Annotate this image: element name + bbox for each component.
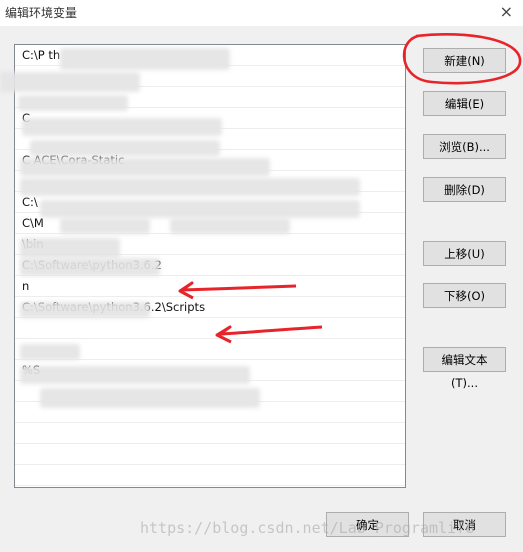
redaction-overlay — [40, 200, 360, 218]
redaction-overlay — [20, 344, 80, 360]
watermark: https://blog.csdn.net/Lab_Programlife — [140, 519, 475, 537]
redaction-overlay — [170, 218, 290, 234]
redaction-overlay — [30, 140, 220, 156]
redaction-overlay — [18, 95, 128, 111]
path-list-item[interactable] — [15, 318, 405, 339]
redaction-overlay — [20, 158, 270, 176]
move-up-button[interactable]: 上移(U) — [423, 241, 506, 266]
window-title: 编辑环境变量 — [5, 6, 78, 20]
move-down-button[interactable]: 下移(O) — [423, 283, 506, 308]
title-bar: 编辑环境变量 × — [0, 0, 523, 26]
path-list-item[interactable] — [15, 444, 405, 465]
close-icon[interactable]: × — [500, 2, 513, 22]
redaction-overlay — [20, 258, 160, 276]
redaction-overlay — [0, 72, 140, 92]
delete-button[interactable]: 删除(D) — [423, 177, 506, 202]
redaction-overlay — [20, 178, 360, 196]
redaction-overlay — [20, 302, 150, 318]
edit-text-button[interactable]: 编辑文本(T)... — [423, 347, 506, 390]
redaction-overlay — [40, 388, 260, 408]
redaction-overlay — [60, 48, 230, 70]
path-list-item[interactable]: n — [15, 276, 405, 297]
path-list-item[interactable] — [15, 423, 405, 444]
redaction-overlay — [22, 118, 222, 136]
path-list-item[interactable] — [15, 465, 405, 486]
redaction-overlay — [60, 218, 150, 234]
edit-button[interactable]: 编辑(E) — [423, 91, 506, 116]
browse-button[interactable]: 浏览(B)... — [423, 134, 506, 159]
redaction-overlay — [20, 238, 120, 258]
redaction-overlay — [20, 366, 250, 384]
new-button[interactable]: 新建(N) — [423, 48, 506, 73]
